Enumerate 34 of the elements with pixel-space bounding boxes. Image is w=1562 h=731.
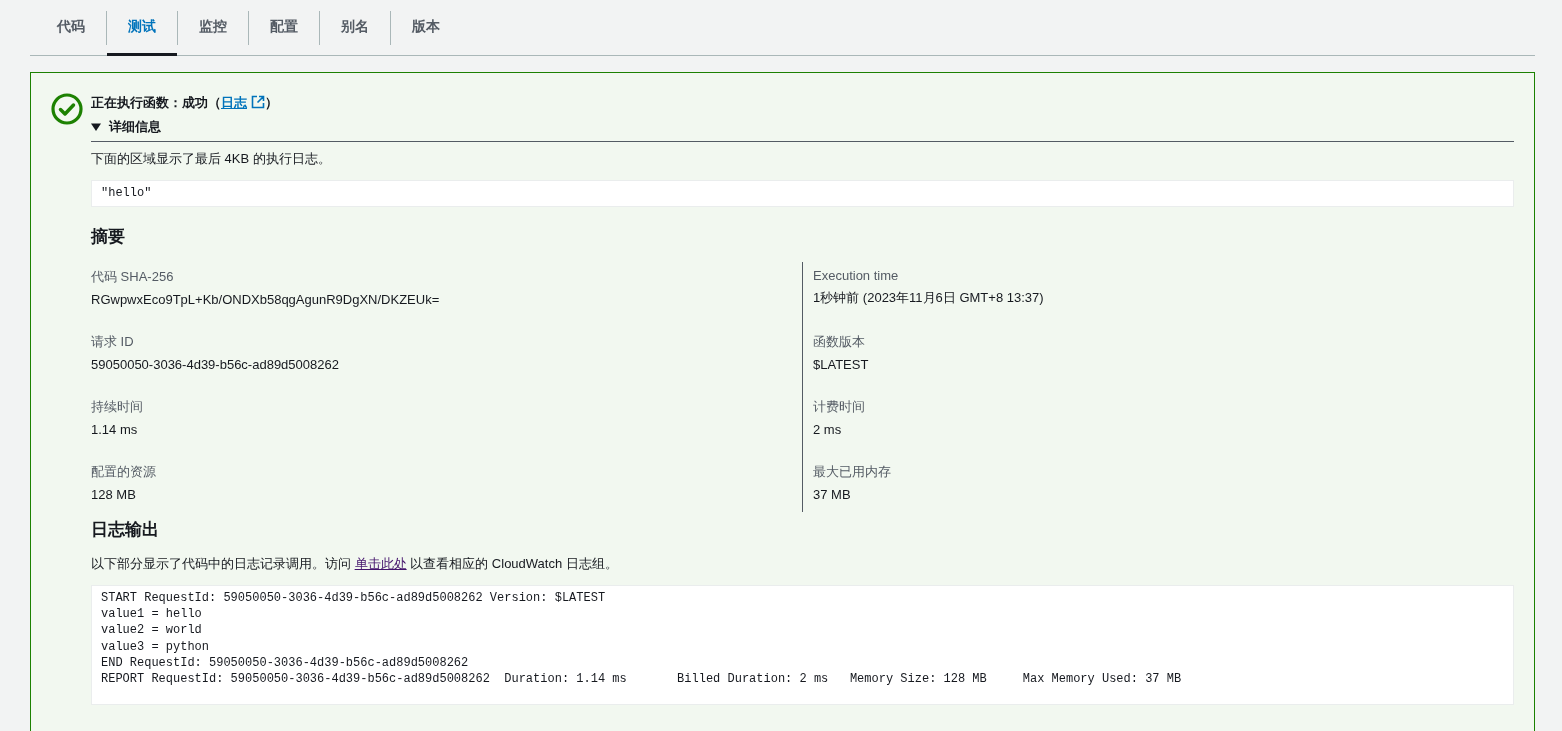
tab[interactable]: 配置 [249,0,319,55]
log-note: 以下部分显示了代码中的日志记录调用。访问 单击此处 以查看相应的 CloudWatch 日志组。 [91,554,619,573]
tab[interactable]: 测试 [107,0,177,55]
details-toggle[interactable]: 详细信息 [91,112,1514,142]
external-link-icon [251,94,265,109]
field-label: 持续时间 [91,397,144,416]
tab[interactable]: 代码 [36,0,106,55]
field-value: RGwpwxEco9TpL+Kb/ONDXb58qgAgunR9DgXN/DKZEUk= [91,291,441,307]
field-label: 最大已用内存 [813,462,892,481]
field-value: 59050050-3036-4d39-b56c-ad89d5008262 [91,356,340,372]
tab[interactable]: 监控 [178,0,248,55]
field-label: Execution time [813,267,900,283]
field-value: 1.14 ms [91,421,139,437]
tab[interactable]: 别名 [320,0,390,55]
field-value: 37 MB [813,486,852,502]
output-box: "hello" [91,179,1514,207]
field-value: 1秒钟前 (2023年11月6日 GMT+8 13:37) [813,288,1045,307]
caret-icon [91,121,101,132]
field-value: $LATEST [813,356,870,372]
status-title: 正在执行函数：成功（ [91,93,221,112]
field-label: 函数版本 [813,332,866,351]
field-label: 配置的资源 [91,462,157,481]
log-heading: 日志输出 [91,518,160,541]
click-here-link[interactable]: 单击此处 [354,555,407,571]
field-label: 请求 ID [91,332,135,351]
summary-heading: 摘要 [91,225,126,248]
field-label: 计费时间 [813,397,866,416]
field-label: 代码 SHA-256 [91,267,175,286]
details-note: 下面的区域显示了最后 4KB 的执行日志。 [91,149,332,168]
log-output-box: START RequestId: 59050050-3036-4d39-b56c-ad89d5008262 Version: $LATEST value1 = hello value2 = world value3 = python END RequestId: 59050050-3036-4d39-b56c-ad89d5008262 REPORT RequestId: 59050050-3036-4d39-b56c-ad89d5008262 Duration: 1.14 ms Billed Duration: 2 ms Memory Size: 128 MB Max Memory Used: 37 MB [91,584,1514,705]
field-value: 128 MB [91,486,137,502]
field-value: 2 ms [813,421,843,437]
tab[interactable]: 版本 [391,0,461,55]
status-title-end: ） [265,93,278,112]
